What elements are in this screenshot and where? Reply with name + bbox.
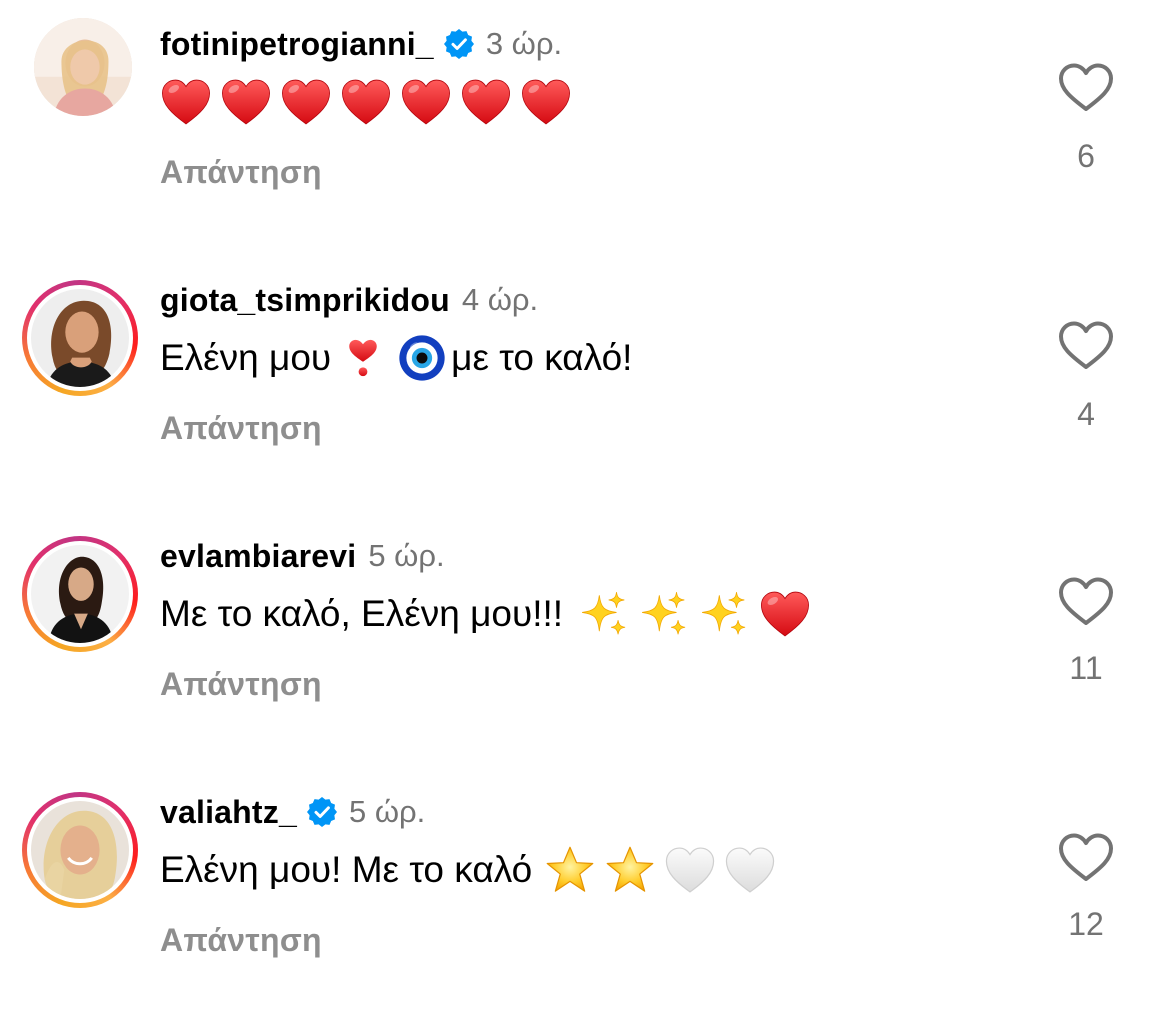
- avatar-photo: [31, 545, 129, 643]
- comment-time: 5 ώρ.: [368, 538, 445, 573]
- white-heart-emoji-icon: [664, 844, 716, 896]
- like-heart-icon[interactable]: [1058, 320, 1114, 372]
- comment-text: [160, 72, 572, 132]
- red-heart-emoji-icon: [460, 76, 512, 128]
- star-emoji-icon: [544, 844, 596, 896]
- sparkles-emoji-icon: [639, 589, 689, 639]
- avatar-story-ring[interactable]: [22, 280, 138, 396]
- red-heart-emoji-icon: [160, 76, 212, 128]
- like-count: 12: [1068, 906, 1104, 942]
- emoji-group: [579, 588, 811, 640]
- emoji-group: [160, 76, 572, 128]
- comment-item: fotinipetrogianni_ 3 ώρ. Απάντηση 6: [0, 0, 1170, 240]
- avatar: [27, 797, 133, 903]
- username[interactable]: evlambiarevi: [160, 538, 356, 575]
- red-heart-emoji-icon: [400, 76, 452, 128]
- white-heart-emoji-icon: [724, 844, 776, 896]
- red-heart-emoji-icon: [220, 76, 272, 128]
- like-count: 11: [1069, 650, 1103, 686]
- red-heart-emoji-icon: [340, 76, 392, 128]
- sparkles-emoji-icon: [699, 589, 749, 639]
- comment-header: giota_tsimprikidou 4 ώρ.: [160, 278, 538, 322]
- reply-button[interactable]: Απάντηση: [160, 662, 322, 706]
- like-heart-icon[interactable]: [1058, 62, 1114, 114]
- username[interactable]: valiahtz_: [160, 794, 297, 831]
- red-heart-emoji-icon: [759, 588, 811, 640]
- comment-header: valiahtz_ 5 ώρ.: [160, 790, 425, 834]
- verified-badge-icon: [444, 29, 474, 59]
- comment-time: 4 ώρ.: [461, 282, 539, 317]
- comment-item: evlambiarevi 5 ώρ. Με το καλό, Ελένη μου…: [0, 512, 1170, 752]
- like-heart-icon[interactable]: [1058, 576, 1114, 628]
- red-heart-emoji-icon: [520, 76, 572, 128]
- avatar-photo: [34, 18, 132, 116]
- like-heart-icon[interactable]: [1058, 832, 1114, 884]
- comment-header: fotinipetrogianni_ 3 ώρ.: [160, 22, 562, 66]
- avatar[interactable]: [34, 18, 132, 116]
- emoji-group: [544, 844, 776, 896]
- avatar-photo: [31, 801, 129, 899]
- comment-text-part: Ελένη μου! Με το καλό: [160, 849, 533, 890]
- like-count: 4: [1077, 396, 1095, 432]
- comment-header: evlambiarevi 5 ώρ.: [160, 534, 445, 578]
- comment-item: valiahtz_ 5 ώρ. Ελένη μου! Με το καλό Απ…: [0, 768, 1170, 1008]
- like-count: 6: [1077, 138, 1095, 174]
- comment-item: giota_tsimprikidou 4 ώρ. Ελένη μου με το…: [0, 256, 1170, 496]
- comment-text-part: Με το καλό, Ελένη μου!!!: [160, 593, 564, 634]
- avatar-story-ring[interactable]: [22, 536, 138, 652]
- nazar-amulet-emoji-icon: [397, 333, 447, 383]
- sparkles-emoji-icon: [579, 589, 629, 639]
- comment-text-part: Ελένη μου: [160, 337, 332, 378]
- red-heart-emoji-icon: [280, 76, 332, 128]
- emoji-group: [343, 333, 447, 383]
- star-emoji-icon: [604, 844, 656, 896]
- comment-time: 5 ώρ.: [348, 794, 426, 829]
- comment-text: Ελένη μου με το καλό!: [160, 328, 632, 388]
- avatar: [27, 285, 133, 391]
- avatar-story-ring[interactable]: [22, 792, 138, 908]
- avatar: [27, 541, 133, 647]
- heavy-exclamation-heart-emoji-icon: [343, 334, 383, 382]
- comment-text: Με το καλό, Ελένη μου!!!: [160, 584, 811, 644]
- verified-badge-icon: [307, 797, 337, 827]
- comment-time: 3 ώρ.: [485, 26, 563, 61]
- reply-button[interactable]: Απάντηση: [160, 918, 322, 962]
- reply-button[interactable]: Απάντηση: [160, 406, 322, 450]
- comment-text: Ελένη μου! Με το καλό: [160, 840, 776, 900]
- username[interactable]: fotinipetrogianni_: [160, 26, 434, 63]
- avatar-photo: [31, 289, 129, 387]
- comment-text-part: με το καλό!: [451, 337, 633, 378]
- username[interactable]: giota_tsimprikidou: [160, 282, 450, 319]
- reply-button[interactable]: Απάντηση: [160, 150, 322, 194]
